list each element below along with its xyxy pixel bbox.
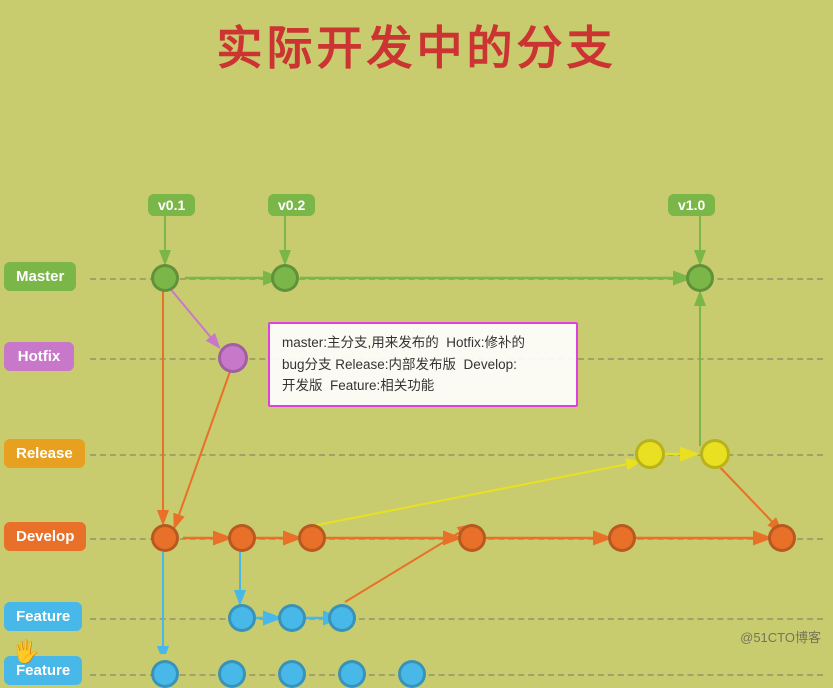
branch-label-develop: Develop: [4, 522, 86, 551]
feature1-node-2: [278, 604, 306, 632]
page-title: 实际开发中的分支: [0, 0, 833, 86]
branch-label-feature1: Feature: [4, 602, 82, 631]
version-v10: v1.0: [668, 194, 715, 216]
develop-node-2: [228, 524, 256, 552]
feature2-node-2: [218, 660, 246, 688]
develop-node-3: [298, 524, 326, 552]
branch-label-master: Master: [4, 262, 76, 291]
info-box-text: master:主分支,用来发布的 Hotfix:修补的bug分支 Release…: [282, 335, 525, 393]
feature1-node-3: [328, 604, 356, 632]
feature1-line: [90, 618, 823, 620]
version-v02: v0.2: [268, 194, 315, 216]
develop-node-1: [151, 524, 179, 552]
diagram-area: Master Hotfix Release Develop Feature Fe…: [0, 94, 833, 654]
hand-icon: 🖐: [12, 639, 39, 665]
feature2-line: [90, 674, 823, 676]
feature2-node-5: [398, 660, 426, 688]
watermark: @51CTO博客: [740, 627, 821, 646]
feature2-node-1: [151, 660, 179, 688]
feature1-node-1: [228, 604, 256, 632]
info-box: master:主分支,用来发布的 Hotfix:修补的bug分支 Release…: [268, 322, 578, 407]
version-v01: v0.1: [148, 194, 195, 216]
branch-label-release: Release: [4, 439, 85, 468]
branch-label-hotfix: Hotfix: [4, 342, 74, 371]
release-node-2: [700, 439, 730, 469]
master-node-3: [686, 264, 714, 292]
feature2-node-3: [278, 660, 306, 688]
master-node-1: [151, 264, 179, 292]
hotfix-node-1: [218, 343, 248, 373]
feature2-node-4: [338, 660, 366, 688]
develop-node-4: [458, 524, 486, 552]
release-node-1: [635, 439, 665, 469]
develop-node-5: [608, 524, 636, 552]
develop-node-6: [768, 524, 796, 552]
master-node-2: [271, 264, 299, 292]
develop-line: [90, 538, 823, 540]
